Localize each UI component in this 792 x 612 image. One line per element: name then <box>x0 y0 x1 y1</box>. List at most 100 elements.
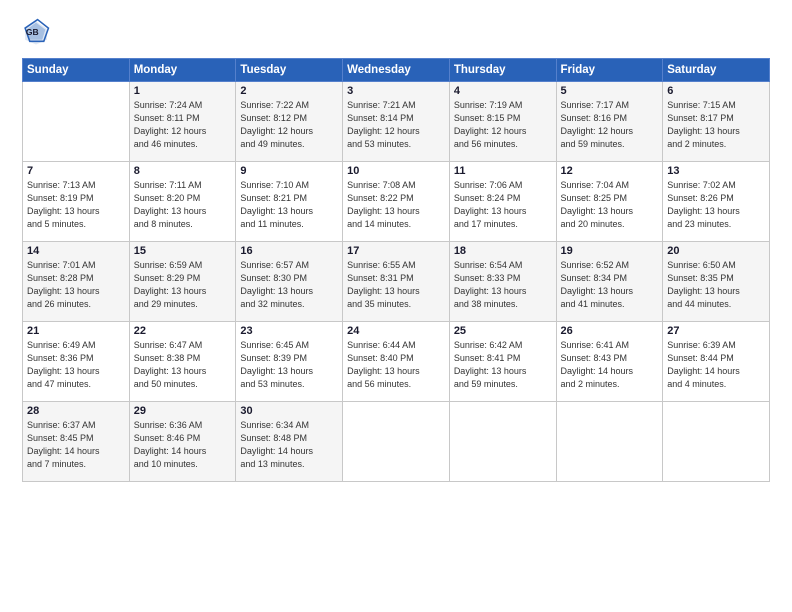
day-info: Sunrise: 6:39 AM Sunset: 8:44 PM Dayligh… <box>667 339 765 391</box>
day-cell: 18Sunrise: 6:54 AM Sunset: 8:33 PM Dayli… <box>449 242 556 322</box>
week-row-3: 21 Sunrise: 6:49 AM Sunset: 8:36 PM Dayli… <box>23 322 770 402</box>
day-cell <box>449 402 556 482</box>
day-info: Sunrise: 6:49 AM Sunset: 8:36 PM Dayligh… <box>27 339 125 391</box>
day-info: Sunrise: 6:57 AM Sunset: 8:30 PM Dayligh… <box>240 259 338 311</box>
day-cell: 4Sunrise: 7:19 AM Sunset: 8:15 PM Daylig… <box>449 82 556 162</box>
day-number: 18 <box>454 245 552 257</box>
day-number: 17 <box>347 245 445 257</box>
day-cell: 15 Sunrise: 6:59 AM Sunset: 8:29 PM Dayli… <box>129 242 236 322</box>
day-cell: 21 Sunrise: 6:49 AM Sunset: 8:36 PM Dayli… <box>23 322 130 402</box>
day-cell: 1 Sunrise: 7:24 AM Sunset: 8:11 PM Daylig… <box>129 82 236 162</box>
day-number: 3 <box>347 85 445 97</box>
calendar-table: SundayMondayTuesdayWednesdayThursdayFrid… <box>22 58 770 482</box>
day-cell: 29Sunrise: 6:36 AM Sunset: 8:46 PM Dayli… <box>129 402 236 482</box>
svg-text:GB: GB <box>26 27 39 37</box>
day-info: Sunrise: 7:06 AM Sunset: 8:24 PM Dayligh… <box>454 179 552 231</box>
day-cell: 3 Sunrise: 7:21 AM Sunset: 8:14 PM Daylig… <box>343 82 450 162</box>
day-number: 26 <box>561 325 659 337</box>
day-number: 8 <box>134 165 232 177</box>
day-number: 2 <box>240 85 338 97</box>
day-cell: 20 Sunrise: 6:50 AM Sunset: 8:35 PM Dayli… <box>663 242 770 322</box>
day-cell: 6 Sunrise: 7:15 AM Sunset: 8:17 PM Daylig… <box>663 82 770 162</box>
day-number: 21 <box>27 325 125 337</box>
week-row-2: 14 Sunrise: 7:01 AM Sunset: 8:28 PM Dayli… <box>23 242 770 322</box>
day-cell: 30 Sunrise: 6:34 AM Sunset: 8:48 PM Dayli… <box>236 402 343 482</box>
day-number: 16 <box>240 245 338 257</box>
day-info: Sunrise: 7:11 AM Sunset: 8:20 PM Dayligh… <box>134 179 232 231</box>
day-number: 20 <box>667 245 765 257</box>
day-number: 11 <box>454 165 552 177</box>
day-info: Sunrise: 6:52 AM Sunset: 8:34 PM Dayligh… <box>561 259 659 311</box>
day-info: Sunrise: 6:45 AM Sunset: 8:39 PM Dayligh… <box>240 339 338 391</box>
day-number: 12 <box>561 165 659 177</box>
weekday-header-wednesday: Wednesday <box>343 59 450 82</box>
day-number: 14 <box>27 245 125 257</box>
day-number: 23 <box>240 325 338 337</box>
day-info: Sunrise: 7:24 AM Sunset: 8:11 PM Dayligh… <box>134 99 232 151</box>
day-number: 5 <box>561 85 659 97</box>
day-info: Sunrise: 6:41 AM Sunset: 8:43 PM Dayligh… <box>561 339 659 391</box>
day-cell <box>23 82 130 162</box>
day-cell: 12 Sunrise: 7:04 AM Sunset: 8:25 PM Dayli… <box>556 162 663 242</box>
day-info: Sunrise: 6:42 AM Sunset: 8:41 PM Dayligh… <box>454 339 552 391</box>
day-cell: 11 Sunrise: 7:06 AM Sunset: 8:24 PM Dayli… <box>449 162 556 242</box>
day-number: 15 <box>134 245 232 257</box>
day-info: Sunrise: 6:47 AM Sunset: 8:38 PM Dayligh… <box>134 339 232 391</box>
day-cell: 27Sunrise: 6:39 AM Sunset: 8:44 PM Dayli… <box>663 322 770 402</box>
day-cell: 16 Sunrise: 6:57 AM Sunset: 8:30 PM Dayli… <box>236 242 343 322</box>
day-info: Sunrise: 7:02 AM Sunset: 8:26 PM Dayligh… <box>667 179 765 231</box>
day-number: 10 <box>347 165 445 177</box>
week-row-0: 1 Sunrise: 7:24 AM Sunset: 8:11 PM Daylig… <box>23 82 770 162</box>
weekday-header-friday: Friday <box>556 59 663 82</box>
weekday-header-saturday: Saturday <box>663 59 770 82</box>
day-info: Sunrise: 6:37 AM Sunset: 8:45 PM Dayligh… <box>27 419 125 471</box>
day-cell <box>556 402 663 482</box>
week-row-4: 28Sunrise: 6:37 AM Sunset: 8:45 PM Dayli… <box>23 402 770 482</box>
day-number: 1 <box>134 85 232 97</box>
day-cell: 19 Sunrise: 6:52 AM Sunset: 8:34 PM Dayli… <box>556 242 663 322</box>
day-number: 24 <box>347 325 445 337</box>
day-number: 25 <box>454 325 552 337</box>
weekday-header-row: SundayMondayTuesdayWednesdayThursdayFrid… <box>23 59 770 82</box>
day-number: 29 <box>134 405 232 417</box>
day-number: 4 <box>454 85 552 97</box>
weekday-header-tuesday: Tuesday <box>236 59 343 82</box>
day-cell: 13Sunrise: 7:02 AM Sunset: 8:26 PM Dayli… <box>663 162 770 242</box>
day-cell: 17Sunrise: 6:55 AM Sunset: 8:31 PM Dayli… <box>343 242 450 322</box>
day-info: Sunrise: 6:44 AM Sunset: 8:40 PM Dayligh… <box>347 339 445 391</box>
day-info: Sunrise: 6:50 AM Sunset: 8:35 PM Dayligh… <box>667 259 765 311</box>
day-cell: 8 Sunrise: 7:11 AM Sunset: 8:20 PM Daylig… <box>129 162 236 242</box>
day-info: Sunrise: 6:34 AM Sunset: 8:48 PM Dayligh… <box>240 419 338 471</box>
day-info: Sunrise: 7:15 AM Sunset: 8:17 PM Dayligh… <box>667 99 765 151</box>
day-info: Sunrise: 7:01 AM Sunset: 8:28 PM Dayligh… <box>27 259 125 311</box>
weekday-header-sunday: Sunday <box>23 59 130 82</box>
weekday-header-thursday: Thursday <box>449 59 556 82</box>
day-number: 7 <box>27 165 125 177</box>
day-cell: 14 Sunrise: 7:01 AM Sunset: 8:28 PM Dayli… <box>23 242 130 322</box>
day-info: Sunrise: 7:21 AM Sunset: 8:14 PM Dayligh… <box>347 99 445 151</box>
logo-icon: GB <box>22 18 50 46</box>
page: GB SundayMondayTuesdayWednesdayThursdayF… <box>0 0 792 612</box>
day-cell <box>663 402 770 482</box>
day-cell: 7 Sunrise: 7:13 AM Sunset: 8:19 PM Daylig… <box>23 162 130 242</box>
day-cell: 5 Sunrise: 7:17 AM Sunset: 8:16 PM Daylig… <box>556 82 663 162</box>
day-number: 30 <box>240 405 338 417</box>
day-number: 22 <box>134 325 232 337</box>
day-cell: 24 Sunrise: 6:44 AM Sunset: 8:40 PM Dayli… <box>343 322 450 402</box>
logo: GB <box>22 18 54 46</box>
weekday-header-monday: Monday <box>129 59 236 82</box>
day-info: Sunrise: 7:08 AM Sunset: 8:22 PM Dayligh… <box>347 179 445 231</box>
day-cell: 22 Sunrise: 6:47 AM Sunset: 8:38 PM Dayli… <box>129 322 236 402</box>
day-number: 6 <box>667 85 765 97</box>
week-row-1: 7 Sunrise: 7:13 AM Sunset: 8:19 PM Daylig… <box>23 162 770 242</box>
day-number: 19 <box>561 245 659 257</box>
day-info: Sunrise: 6:59 AM Sunset: 8:29 PM Dayligh… <box>134 259 232 311</box>
day-info: Sunrise: 7:04 AM Sunset: 8:25 PM Dayligh… <box>561 179 659 231</box>
day-cell <box>343 402 450 482</box>
day-cell: 28Sunrise: 6:37 AM Sunset: 8:45 PM Dayli… <box>23 402 130 482</box>
day-cell: 9Sunrise: 7:10 AM Sunset: 8:21 PM Daylig… <box>236 162 343 242</box>
day-info: Sunrise: 7:17 AM Sunset: 8:16 PM Dayligh… <box>561 99 659 151</box>
day-info: Sunrise: 7:22 AM Sunset: 8:12 PM Dayligh… <box>240 99 338 151</box>
day-cell: 2 Sunrise: 7:22 AM Sunset: 8:12 PM Daylig… <box>236 82 343 162</box>
day-info: Sunrise: 7:13 AM Sunset: 8:19 PM Dayligh… <box>27 179 125 231</box>
